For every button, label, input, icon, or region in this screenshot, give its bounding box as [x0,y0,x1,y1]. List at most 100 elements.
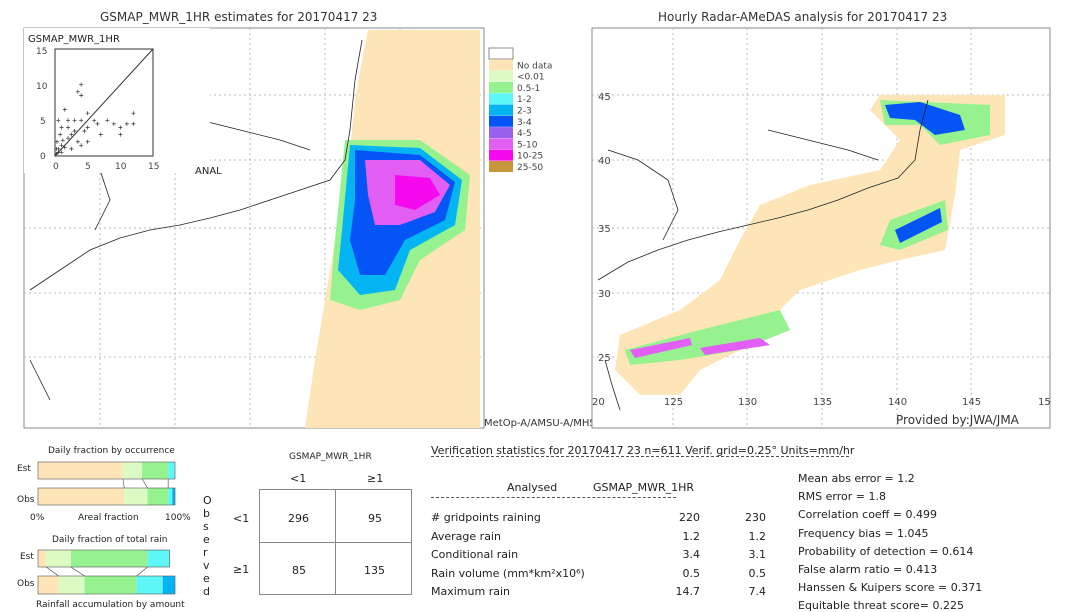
stat-analysed: 0.5 [682,566,701,580]
legend-swatch [489,59,513,71]
stat-estimate: 3.1 [748,548,767,561]
stat-analysed: 3.4 [682,548,701,561]
stats-col2: GSMAP_MWR_1HR [593,481,695,494]
stat-estimate: 7.4 [748,585,767,598]
score-line: Hanssen & Kuipers score = 0.371 [798,581,983,595]
scatter-ytick: 15 [36,47,47,57]
legend-swatch [489,104,513,116]
observed-letter: O [203,494,212,507]
stat-estimate: 1.2 [748,529,767,543]
col-ge: ≥1 [367,472,384,485]
divider [431,497,676,498]
col-lt: <1 [290,472,307,485]
score-line: Equitable threat score= 0.225 [798,599,964,612]
divider [431,456,849,457]
lon-tick: 15 [1038,397,1051,408]
legend-label: 4-5 [517,129,532,139]
legend-label: 5-10 [517,140,538,150]
tot-est-segment [38,550,47,567]
tot-obs-segment [58,576,85,594]
legend-swatch [489,115,513,127]
legend-swatch [489,127,513,139]
stat-estimate: 0.5 [748,566,767,580]
scatter-xtick: 5 [85,162,91,172]
stat-analysed: 1.2 [682,529,701,543]
occ-est-segment [142,462,169,479]
contingency-table: 296 95 85 135 [259,489,412,595]
verification-page: GSMAP_MWR_1HR estimates for 20170417 23 … [0,0,1080,612]
cell-ge-lt: 85 [292,564,306,577]
score-line: Mean abs error = 1.2 [798,472,915,485]
row-lt: <1 [233,512,250,525]
lat-tick: 25 [598,353,611,364]
scatter-ytick: 0 [40,152,46,162]
legend-label: 10-25 [517,152,543,162]
lon-tick: 130 [738,397,757,408]
score-line: False alarm ratio = 0.413 [798,563,938,576]
row-ge: ≥1 [233,563,250,576]
occ-est-segment [122,462,143,479]
scatter-xlabel: ANAL [195,166,222,177]
occ-obs-segment [124,488,148,505]
scatter-xtick: 15 [148,162,159,172]
fraction-link [136,566,148,577]
fraction-bars [37,461,176,595]
tot-obs-segment [136,576,163,594]
legend-swatch [489,149,513,161]
scatter-xtick: 10 [115,162,127,172]
lon-tick: 140 [888,397,907,408]
legend-label: No data [517,61,552,71]
stat-label: # gridpoints raining [431,511,541,524]
observed-letter: e [203,533,210,546]
stat-label: Maximum rain [431,585,510,598]
legend-label: 0.5-1 [517,84,540,94]
lon-tick: 145 [962,397,981,408]
tot-est-segment [46,550,71,567]
tot-est-segment [70,550,148,567]
fraction-link [70,566,85,577]
scatter-inset: GSMAP_MWR_1HR ANAL 0 5 10 15 0 5 10 15 [24,28,222,177]
score-line: RMS error = 1.8 [798,490,886,504]
legend-label: 3-4 [517,118,532,128]
score-line: Probability of detection = 0.614 [798,544,974,558]
cell-lt-ge: 95 [368,512,382,525]
score-line: Frequency bias = 1.045 [798,526,929,540]
legend-label: 25-50 [517,163,543,173]
satellite-label: MetOp-A/AMSU-A/MHS [484,418,596,429]
lon-tick: 20 [592,397,605,408]
fraction-link [141,478,148,489]
occ-est-segment [168,462,175,479]
occ-obs-segment [147,488,169,505]
lon-tick: 135 [813,397,832,408]
observed-letter: s [203,520,209,533]
occ-est-segment [38,462,123,479]
stat-label: Conditional rain [431,548,519,561]
contingency-title: GSMAP_MWR_1HR [289,452,372,462]
scatter-inset-bg [24,28,210,173]
scatter-ytick: 5 [40,117,46,127]
stat-analysed: 14.7 [675,585,701,598]
lat-tick: 30 [598,289,611,300]
tot-obs-segment [38,576,59,594]
stat-analysed: 220 [679,511,700,524]
tot-obs-segment [162,576,175,594]
stats-col1: Analysed [507,481,558,494]
stat-estimate: 230 [745,511,766,524]
occ-obs-segment [172,488,175,505]
legend-swatch [489,81,513,93]
observed-letter: v [203,559,210,572]
lat-tick: 40 [598,156,611,167]
legend-label: 1-2 [517,95,532,105]
cell-ge-ge: 135 [364,564,385,577]
legend-swatch [489,93,513,105]
maps-svg: GSMAP_MWR_1HR ANAL 0 5 10 15 0 5 10 15 M… [23,27,1051,429]
tot-obs-segment [84,576,137,594]
occ-obs-segment [168,488,173,505]
scatter-ytick: 10 [36,82,48,92]
lat-tick: 35 [598,224,611,235]
observed-vertical-label: Observed [203,494,212,598]
observed-letter: b [203,507,210,520]
fraction-link [46,566,59,577]
stat-label: Rain volume (mm*km²x10⁶) [431,566,585,580]
right-map: 45 40 35 30 25 20 125 130 135 140 145 15… [591,27,1051,429]
